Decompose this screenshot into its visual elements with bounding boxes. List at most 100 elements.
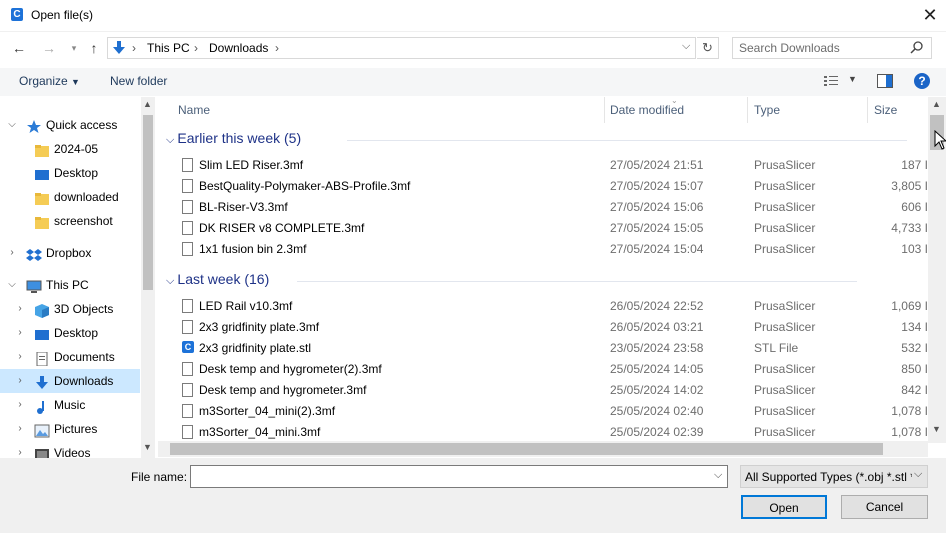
file-type-select[interactable]: All Supported Types (*.obj *.stl * — [740, 465, 928, 488]
file-row[interactable]: BL-Riser-V3.3mf 27/05/2024 15:06 PrusaSlic… — [158, 197, 928, 218]
file-size: 3,805 I — [891, 179, 928, 193]
column-divider[interactable] — [604, 97, 605, 123]
chevron-right-icon[interactable]: › — [12, 417, 28, 441]
chevron-right-icon[interactable]: › — [12, 369, 28, 393]
chevron-right-icon[interactable]: › — [12, 297, 28, 321]
sidebar-item-pictures[interactable]: › Pictures — [0, 417, 140, 441]
help-icon[interactable]: ? — [914, 73, 930, 89]
close-icon[interactable]: ✕ — [918, 4, 942, 26]
file-row[interactable]: LED Rail v10.3mf 26/05/2024 22:52 PrusaSli… — [158, 296, 928, 317]
cancel-button[interactable]: Cancel — [841, 495, 928, 519]
breadcrumb-this-pc[interactable]: This PC — [147, 41, 190, 55]
file-type: PrusaSlicer — [754, 383, 816, 397]
file-row[interactable]: C 2x3 gridfinity plate.stl 23/05/2024 23:5… — [158, 338, 928, 359]
window-title: Open file(s) — [31, 8, 94, 22]
file-icon — [182, 362, 193, 376]
chevron-down-icon[interactable]: ⌵ — [166, 134, 177, 146]
forward-arrow-icon[interactable]: → — [39, 39, 59, 57]
file-row[interactable]: Desk temp and hygrometer.3mf 25/05/2024 1… — [158, 380, 928, 401]
file-name-history-chevron-icon[interactable]: ⌵ — [714, 469, 722, 482]
chevron-down-icon[interactable]: ⌵ — [4, 113, 20, 137]
file-size: 187 I — [901, 158, 928, 172]
column-header-size[interactable]: Size — [874, 103, 897, 125]
up-arrow-icon[interactable]: ↑ — [84, 39, 104, 57]
column-header-date-modified[interactable]: Date modified — [610, 103, 684, 125]
sidebar-item-videos[interactable]: › Videos — [0, 441, 140, 458]
sidebar-item-label: Desktop — [54, 166, 99, 180]
file-name: BestQuality-Polymaker-ABS-Profile.3mf — [199, 179, 411, 193]
chevron-down-icon[interactable]: ⌵ — [4, 273, 20, 297]
sidebar-item-downloads[interactable]: › Downloads — [0, 369, 140, 393]
file-row[interactable]: Slim LED Riser.3mf 27/05/2024 21:51 PrusaS… — [158, 155, 928, 176]
videos-icon — [34, 446, 50, 458]
navigation-tree: ⌵ Quick access 2024-05 Desktop downloaded scr… — [0, 113, 155, 458]
sidebar-item-screenshot[interactable]: screenshot — [0, 209, 140, 233]
view-options-icon[interactable] — [823, 74, 839, 88]
breadcrumb-separator-icon: › — [275, 41, 279, 55]
address-history-chevron-icon[interactable]: ⌵ — [682, 40, 690, 53]
file-name: BL-Riser-V3.3mf — [199, 200, 288, 214]
scroll-up-icon[interactable]: ▲ — [932, 99, 941, 109]
chevron-right-icon[interactable]: › — [12, 393, 28, 417]
back-arrow-icon[interactable]: ← — [9, 39, 29, 57]
file-row[interactable]: m3Sorter_04_mini.3mf 25/05/2024 02:39 Prus… — [158, 422, 928, 443]
file-size: 850 I — [901, 362, 928, 376]
sidebar-item-music[interactable]: › Music — [0, 393, 140, 417]
file-row[interactable]: 1x1 fusion bin 2.3mf 27/05/2024 15:04 Prus… — [158, 239, 928, 260]
dropbox-icon — [26, 246, 42, 270]
file-group-header[interactable]: ⌵ Earlier this week (5) — [166, 130, 926, 147]
scroll-down-icon[interactable]: ▼ — [932, 424, 941, 434]
file-row[interactable]: Desk temp and hygrometer(2).3mf 25/05/202… — [158, 359, 928, 380]
sidebar-item-desktop[interactable]: › Desktop — [0, 321, 140, 345]
column-divider[interactable] — [867, 97, 868, 123]
scroll-up-icon[interactable]: ▲ — [143, 99, 152, 109]
sidebar-item-quick-access[interactable]: ⌵ Quick access — [0, 113, 140, 137]
column-header-type[interactable]: Type — [754, 103, 780, 125]
file-name-input[interactable]: ⌵ — [190, 465, 728, 488]
chevron-down-icon[interactable]: ⌵ — [166, 275, 177, 287]
sidebar-item-documents[interactable]: › Documents — [0, 345, 140, 369]
sidebar-item-dropbox[interactable]: › Dropbox — [0, 241, 140, 265]
breadcrumb-downloads[interactable]: Downloads — [209, 41, 268, 55]
sidebar-item-2024-05[interactable]: 2024-05 — [0, 137, 140, 161]
preview-pane-icon[interactable] — [877, 74, 893, 88]
file-name: LED Rail v10.3mf — [199, 299, 293, 313]
recent-locations-chevron-icon[interactable]: ▾ — [64, 39, 84, 57]
organize-button[interactable]: Organize ▼ — [19, 74, 80, 88]
new-folder-button[interactable]: New folder — [110, 74, 167, 88]
chevron-right-icon[interactable]: › — [12, 441, 28, 458]
file-list: Name ⌄ Date modified Type Size ⌵ Earlier… — [158, 97, 928, 443]
sidebar-item-this-pc[interactable]: ⌵ This PC — [0, 273, 140, 297]
search-icon[interactable] — [910, 40, 924, 54]
file-row[interactable]: DK RISER v8 COMPLETE.3mf 27/05/2024 15:05… — [158, 218, 928, 239]
file-type: PrusaSlicer — [754, 404, 816, 418]
scroll-down-icon[interactable]: ▼ — [143, 442, 152, 452]
sidebar-item-label: Documents — [54, 350, 115, 364]
file-date-modified: 25/05/2024 14:02 — [610, 383, 704, 397]
refresh-icon[interactable]: ↻ — [697, 37, 719, 59]
folder-icon — [34, 214, 50, 238]
sidebar-item-downloaded[interactable]: downloaded — [0, 185, 140, 209]
sidebar-item-desktop[interactable]: Desktop — [0, 161, 140, 185]
chevron-right-icon[interactable]: › — [12, 345, 28, 369]
file-group-header[interactable]: ⌵ Last week (16) — [166, 271, 926, 288]
view-dropdown-chevron-icon[interactable]: ▼ — [848, 74, 857, 84]
file-row[interactable]: BestQuality-Polymaker-ABS-Profile.3mf 27/… — [158, 176, 928, 197]
file-type-chevron-icon[interactable]: ⌵ — [912, 468, 923, 481]
chevron-right-icon[interactable]: › — [12, 321, 28, 345]
chevron-right-icon[interactable]: › — [4, 241, 20, 265]
horizontal-scrollbar-thumb[interactable] — [170, 443, 883, 455]
file-type-value: All Supported Types (*.obj *.stl * — [745, 470, 915, 484]
address-bar[interactable]: › This PC › Downloads › ⌵ — [107, 37, 696, 59]
sidebar-item-3d-objects[interactable]: › 3D Objects — [0, 297, 140, 321]
column-divider[interactable] — [747, 97, 748, 123]
open-button[interactable]: Open — [741, 495, 827, 519]
navigation-scrollbar-thumb[interactable] — [143, 115, 153, 290]
file-row[interactable]: m3Sorter_04_mini(2).3mf 25/05/2024 02:40 P… — [158, 401, 928, 422]
file-name-label: File name: — [131, 470, 188, 484]
file-row[interactable]: 2x3 gridfinity plate.3mf 26/05/2024 03:21… — [158, 317, 928, 338]
file-icon — [182, 299, 193, 313]
file-name: Desk temp and hygrometer.3mf — [199, 383, 367, 397]
column-header-name[interactable]: Name — [178, 103, 210, 125]
search-input[interactable]: Search Downloads — [732, 37, 932, 59]
